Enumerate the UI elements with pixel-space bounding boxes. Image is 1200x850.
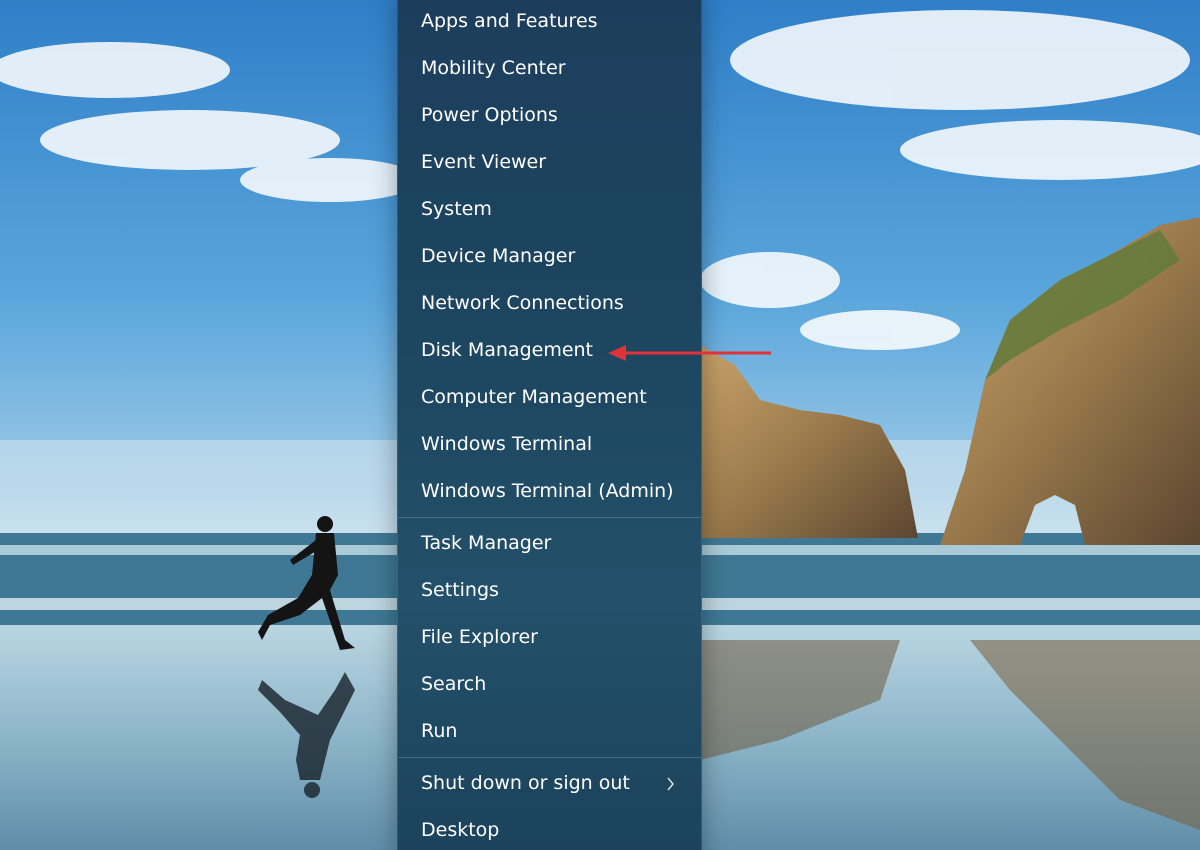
menu-item-computer-management[interactable]: Computer Management [398, 374, 701, 421]
chevron-right-icon [666, 760, 675, 807]
menu-item-label: Disk Management [421, 339, 594, 361]
menu-item-windows-terminal-admin[interactable]: Windows Terminal (Admin) [398, 468, 701, 515]
menu-group-session: Shut down or sign out Desktop [398, 760, 701, 850]
winx-context-menu: Apps and Features Mobility Center Power … [397, 0, 702, 850]
menu-item-search[interactable]: Search [398, 661, 701, 708]
menu-item-settings[interactable]: Settings [398, 567, 701, 614]
menu-item-label: Search [421, 673, 487, 695]
menu-item-label: Desktop [421, 819, 500, 841]
menu-item-label: Device Manager [421, 245, 576, 267]
menu-item-power-options[interactable]: Power Options [398, 92, 701, 139]
arrow-left-icon [608, 345, 771, 361]
menu-separator [398, 757, 701, 758]
menu-item-label: Mobility Center [421, 57, 566, 79]
menu-item-label: Windows Terminal [421, 433, 593, 455]
menu-item-label: Computer Management [421, 386, 647, 408]
menu-item-label: Apps and Features [421, 10, 598, 32]
menu-item-label: Settings [421, 579, 499, 601]
menu-item-label: Network Connections [421, 292, 624, 314]
menu-item-device-manager[interactable]: Device Manager [398, 233, 701, 280]
menu-item-label: Power Options [421, 104, 558, 126]
desktop-background[interactable]: Apps and Features Mobility Center Power … [0, 0, 1200, 850]
menu-item-desktop[interactable]: Desktop [398, 807, 701, 850]
middle-rock [700, 345, 918, 538]
menu-item-run[interactable]: Run [398, 708, 701, 755]
menu-item-label: Event Viewer [421, 151, 547, 173]
menu-item-windows-terminal[interactable]: Windows Terminal [398, 421, 701, 468]
menu-item-task-manager[interactable]: Task Manager [398, 520, 701, 567]
menu-item-label: Shut down or sign out [421, 772, 630, 794]
menu-group-admin-tools: Apps and Features Mobility Center Power … [398, 0, 701, 515]
menu-group-system-tools: Task Manager Settings File Explorer Sear… [398, 520, 701, 755]
menu-item-label: System [421, 198, 492, 220]
menu-item-label: Task Manager [421, 532, 552, 554]
menu-item-label: File Explorer [421, 626, 538, 648]
menu-separator [398, 517, 701, 518]
menu-item-label: Windows Terminal (Admin) [421, 480, 674, 502]
menu-item-shut-down-or-sign-out[interactable]: Shut down or sign out [398, 760, 701, 807]
menu-item-label: Run [421, 720, 458, 742]
menu-item-file-explorer[interactable]: File Explorer [398, 614, 701, 661]
menu-item-mobility-center[interactable]: Mobility Center [398, 45, 701, 92]
menu-item-apps-and-features[interactable]: Apps and Features [398, 0, 701, 45]
menu-item-system[interactable]: System [398, 186, 701, 233]
menu-item-network-connections[interactable]: Network Connections [398, 280, 701, 327]
menu-item-event-viewer[interactable]: Event Viewer [398, 139, 701, 186]
